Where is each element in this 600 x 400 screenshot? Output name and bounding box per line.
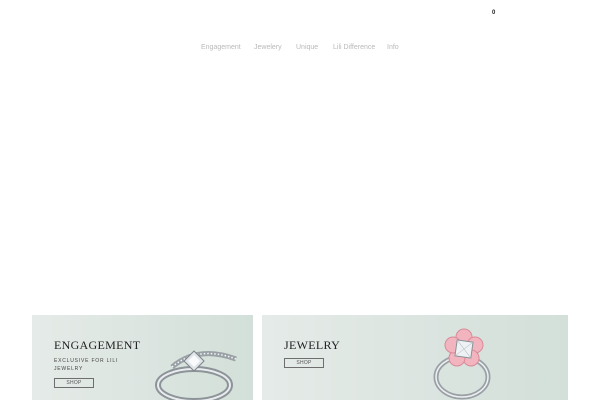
engagement-card[interactable]: ENGAGEMENT EXCLUSIVE FOR LILI JEWELRY SH… — [32, 315, 253, 400]
cart-count[interactable]: 0 — [492, 10, 495, 16]
nav-item-unique[interactable]: Unique — [296, 44, 318, 51]
nav-item-jewelery[interactable]: Jewelery — [254, 44, 282, 51]
nav-item-engagement[interactable]: Engagement — [201, 44, 241, 51]
shop-button[interactable]: SHOP — [54, 378, 94, 388]
flower-ring-image — [433, 328, 491, 400]
jewelry-card[interactable]: JEWELRY SHOP — [262, 315, 568, 400]
silver-ring-image — [155, 350, 237, 400]
main-nav: Engagement Jewelery Unique Lili Differen… — [0, 44, 600, 56]
card-subtitle: EXCLUSIVE FOR LILI JEWELRY — [54, 358, 119, 372]
shop-button[interactable]: SHOP — [284, 358, 324, 368]
nav-item-lili-difference[interactable]: Lili Difference — [333, 44, 375, 51]
nav-item-info[interactable]: Info — [387, 44, 399, 51]
card-title: ENGAGEMENT — [54, 338, 141, 352]
card-title: JEWELRY — [284, 338, 341, 352]
